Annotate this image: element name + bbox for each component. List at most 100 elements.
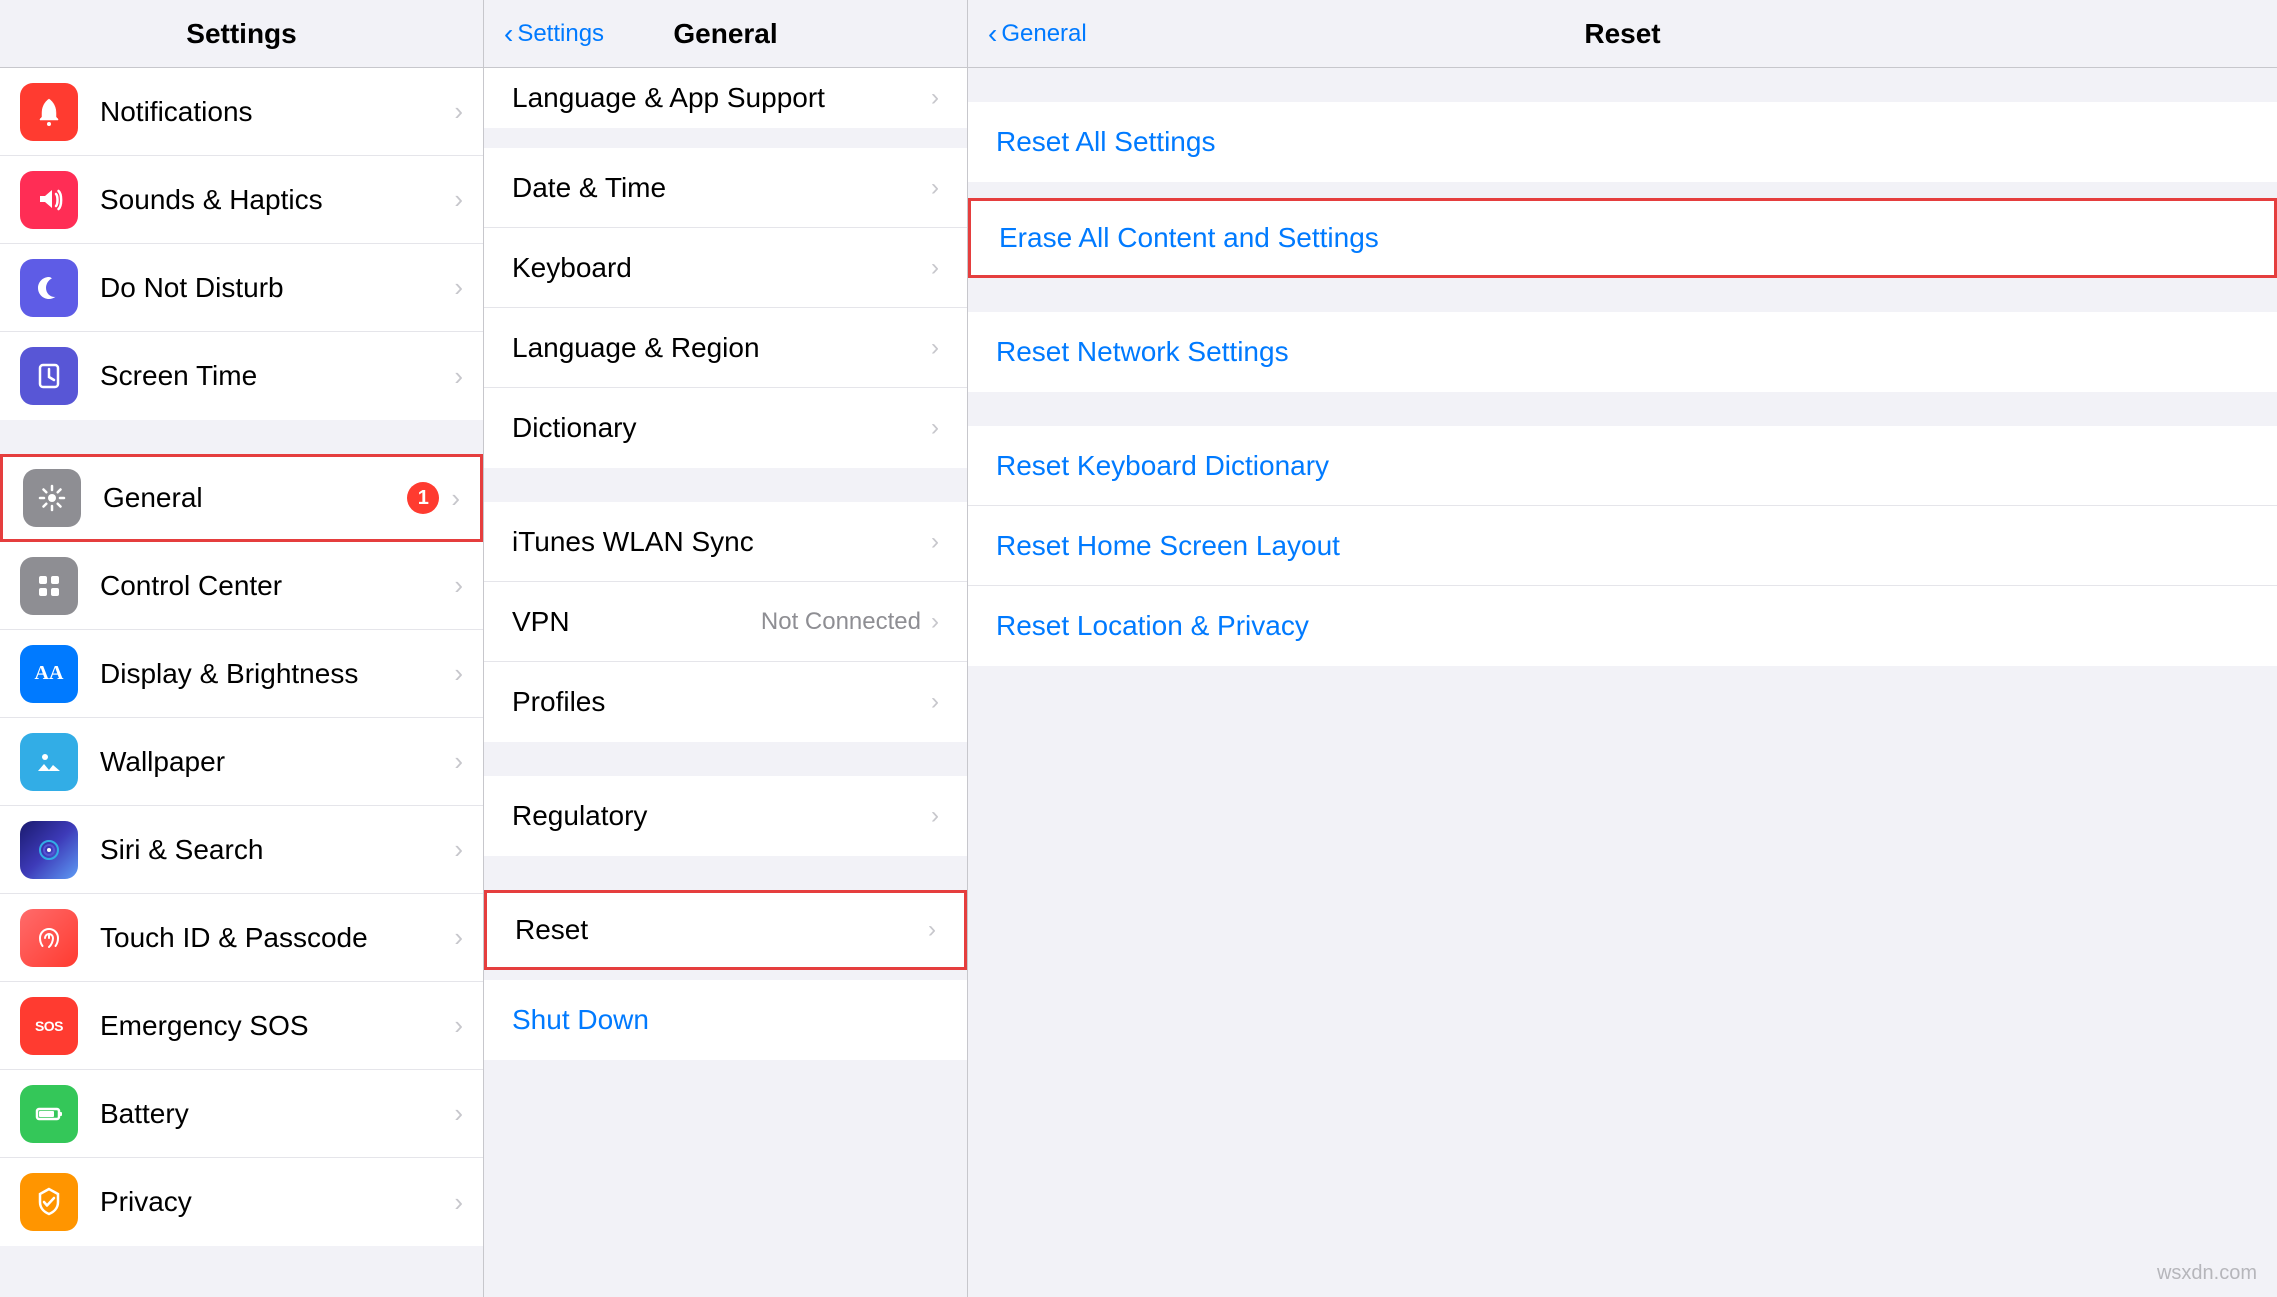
general-icon xyxy=(23,469,81,527)
mid-group-1: Date & Time › Keyboard › Language & Regi… xyxy=(484,148,967,468)
privacy-icon xyxy=(20,1173,78,1231)
right-back-button[interactable]: ‹ General xyxy=(988,20,1087,48)
reset-keyboard-label: Reset Keyboard Dictionary xyxy=(996,450,1329,482)
erase-all-label: Erase All Content and Settings xyxy=(999,222,1379,254)
battery-icon xyxy=(20,1085,78,1143)
mid-column: ‹ Settings General Language & App Suppor… xyxy=(484,0,968,1297)
language-app-chevron: › xyxy=(931,84,939,112)
donotdisturb-chevron: › xyxy=(454,272,463,303)
mid-item-reset[interactable]: Reset › xyxy=(484,890,967,970)
profiles-chevron: › xyxy=(931,688,939,716)
reset-all-settings-label: Reset All Settings xyxy=(996,126,1215,158)
right-back-label: General xyxy=(1001,20,1086,48)
touchid-label: Touch ID & Passcode xyxy=(100,922,454,954)
sidebar-item-notifications[interactable]: Notifications › xyxy=(0,68,483,156)
mid-item-shutdown[interactable]: Shut Down xyxy=(484,980,967,1060)
reset-network-label: Reset Network Settings xyxy=(996,336,1289,368)
sidebar-item-donotdisturb[interactable]: Do Not Disturb › xyxy=(0,244,483,332)
sidebar-item-screentime[interactable]: Screen Time › xyxy=(0,332,483,420)
mid-item-regulatory[interactable]: Regulatory › xyxy=(484,776,967,856)
vpn-value: Not Connected xyxy=(761,608,921,636)
screentime-label: Screen Time xyxy=(100,360,454,392)
right-divider-3 xyxy=(968,392,2277,426)
mid-item-language-app[interactable]: Language & App Support › xyxy=(484,68,967,128)
mid-group-4: Reset › xyxy=(484,890,967,970)
battery-label: Battery xyxy=(100,1098,454,1130)
mid-group-shutdown: Shut Down xyxy=(484,980,967,1060)
emergencysos-chevron: › xyxy=(454,1010,463,1041)
notifications-chevron: › xyxy=(454,96,463,127)
sidebar-item-wallpaper[interactable]: Wallpaper › xyxy=(0,718,483,806)
controlcenter-label: Control Center xyxy=(100,570,454,602)
mid-item-language-region[interactable]: Language & Region › xyxy=(484,308,967,388)
mid-item-dictionary[interactable]: Dictionary › xyxy=(484,388,967,468)
sidebar-item-touchid[interactable]: Touch ID & Passcode › xyxy=(0,894,483,982)
display-icon: AA xyxy=(20,645,78,703)
siri-label: Siri & Search xyxy=(100,834,454,866)
right-header: ‹ General Reset xyxy=(968,0,2277,68)
right-group-3: Reset Network Settings xyxy=(968,312,2277,392)
mid-item-datetime[interactable]: Date & Time › xyxy=(484,148,967,228)
privacy-label: Privacy xyxy=(100,1186,454,1218)
right-item-erase-all[interactable]: Erase All Content and Settings xyxy=(968,198,2277,278)
sounds-label: Sounds & Haptics xyxy=(100,184,454,216)
mid-settings-list: Language & App Support › Date & Time › K… xyxy=(484,68,967,1297)
mid-title: General xyxy=(673,18,777,50)
language-app-label: Language & App Support xyxy=(512,82,931,114)
wallpaper-label: Wallpaper xyxy=(100,746,454,778)
sidebar-item-siri[interactable]: Siri & Search › xyxy=(0,806,483,894)
sidebar-item-controlcenter[interactable]: Control Center › xyxy=(0,542,483,630)
siri-chevron: › xyxy=(454,834,463,865)
right-item-reset-keyboard[interactable]: Reset Keyboard Dictionary xyxy=(968,426,2277,506)
display-label: Display & Brightness xyxy=(100,658,454,690)
reset-label: Reset xyxy=(515,914,928,946)
mid-group-top: Language & App Support › xyxy=(484,68,967,128)
profiles-label: Profiles xyxy=(512,686,931,718)
watermark: wsxdn.com xyxy=(2157,1262,2257,1285)
mid-back-button[interactable]: ‹ Settings xyxy=(504,20,604,48)
right-settings-list: Reset All Settings Erase All Content and… xyxy=(968,68,2277,1297)
notifications-label: Notifications xyxy=(100,96,454,128)
donotdisturb-icon xyxy=(20,259,78,317)
sidebar-item-sounds[interactable]: Sounds & Haptics › xyxy=(0,156,483,244)
mid-item-profiles[interactable]: Profiles › xyxy=(484,662,967,742)
itunes-chevron: › xyxy=(931,528,939,556)
touchid-icon xyxy=(20,909,78,967)
sounds-icon xyxy=(20,171,78,229)
mid-item-vpn[interactable]: VPN Not Connected › xyxy=(484,582,967,662)
mid-divider-1 xyxy=(484,468,967,502)
language-region-chevron: › xyxy=(931,334,939,362)
sounds-chevron: › xyxy=(454,184,463,215)
right-item-reset-all-settings[interactable]: Reset All Settings xyxy=(968,102,2277,182)
vpn-label: VPN xyxy=(512,606,761,638)
regulatory-label: Regulatory xyxy=(512,800,931,832)
sidebar-item-display[interactable]: AA Display & Brightness › xyxy=(0,630,483,718)
screentime-icon xyxy=(20,347,78,405)
mid-divider-3 xyxy=(484,856,967,890)
right-item-reset-network[interactable]: Reset Network Settings xyxy=(968,312,2277,392)
touchid-chevron: › xyxy=(454,922,463,953)
screentime-chevron: › xyxy=(454,361,463,392)
right-item-reset-home-screen[interactable]: Reset Home Screen Layout xyxy=(968,506,2277,586)
left-divider-1 xyxy=(0,420,483,454)
mid-item-keyboard[interactable]: Keyboard › xyxy=(484,228,967,308)
sidebar-item-general[interactable]: General 1 › xyxy=(0,454,483,542)
left-header: Settings xyxy=(0,0,483,68)
mid-divider-2 xyxy=(484,742,967,776)
mid-item-itunes[interactable]: iTunes WLAN Sync › xyxy=(484,502,967,582)
sidebar-item-emergencysos[interactable]: SOS Emergency SOS › xyxy=(0,982,483,1070)
sidebar-item-battery[interactable]: Battery › xyxy=(0,1070,483,1158)
mid-back-label: Settings xyxy=(517,20,604,48)
keyboard-chevron: › xyxy=(931,254,939,282)
left-group-1: Notifications › Sounds & Haptics › xyxy=(0,68,483,420)
right-item-reset-location[interactable]: Reset Location & Privacy xyxy=(968,586,2277,666)
controlcenter-icon xyxy=(20,557,78,615)
battery-chevron: › xyxy=(454,1098,463,1129)
left-column: Settings Notifications › xyxy=(0,0,484,1297)
right-divider-1 xyxy=(968,182,2277,198)
emergencysos-icon: SOS xyxy=(20,997,78,1055)
general-chevron: › xyxy=(451,483,460,514)
sidebar-item-privacy[interactable]: Privacy › xyxy=(0,1158,483,1246)
itunes-label: iTunes WLAN Sync xyxy=(512,526,931,558)
wallpaper-chevron: › xyxy=(454,746,463,777)
